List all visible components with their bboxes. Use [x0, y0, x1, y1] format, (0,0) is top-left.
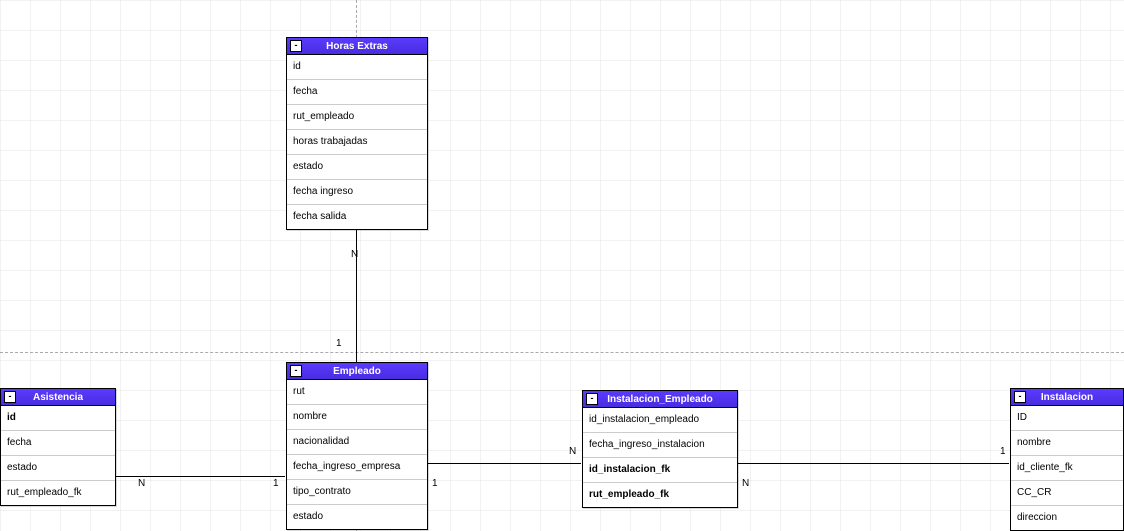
attr[interactable]: fecha salida: [287, 205, 427, 229]
entity-title: Instalacion: [1041, 392, 1093, 403]
entity-empleado[interactable]: - Empleado rut nombre nacionalidad fecha…: [286, 362, 428, 530]
entity-instalacion-empleado-header[interactable]: - Instalacion_Empleado: [583, 391, 737, 408]
collapse-icon[interactable]: -: [586, 393, 598, 405]
attr[interactable]: nombre: [1011, 431, 1123, 456]
attr[interactable]: horas trabajadas: [287, 130, 427, 155]
attr[interactable]: rut_empleado_fk: [583, 483, 737, 507]
attr[interactable]: rut_empleado_fk: [1, 481, 115, 505]
entity-title: Empleado: [333, 366, 381, 377]
attr[interactable]: estado: [1, 456, 115, 481]
attr[interactable]: estado: [287, 505, 427, 529]
attr[interactable]: rut: [287, 380, 427, 405]
card-asistencia-1: 1: [273, 478, 279, 489]
attr[interactable]: id: [1, 406, 115, 431]
attr[interactable]: fecha_ingreso_empresa: [287, 455, 427, 480]
connector-instalacion-empleado-instalacion: [736, 463, 1009, 464]
canvas-grid: [0, 0, 1124, 531]
collapse-icon[interactable]: -: [4, 391, 16, 403]
entity-title: Asistencia: [33, 392, 83, 403]
collapse-icon[interactable]: -: [290, 40, 302, 52]
attr[interactable]: estado: [287, 155, 427, 180]
entity-asistencia[interactable]: - Asistencia id fecha estado rut_emplead…: [0, 388, 116, 506]
entity-title: Instalacion_Empleado: [607, 394, 713, 405]
entity-title: Horas Extras: [326, 41, 388, 52]
attr[interactable]: rut_empleado: [287, 105, 427, 130]
entity-horas-extras-header[interactable]: - Horas Extras: [287, 38, 427, 55]
card-emp-ie-n: N: [569, 446, 576, 457]
attr[interactable]: ID: [1011, 406, 1123, 431]
attr[interactable]: id_instalacion_empleado: [583, 408, 737, 433]
collapse-icon[interactable]: -: [1014, 391, 1026, 403]
collapse-icon[interactable]: -: [290, 365, 302, 377]
card-asistencia-n: N: [138, 478, 145, 489]
attr[interactable]: fecha_ingreso_instalacion: [583, 433, 737, 458]
connector-asistencia-empleado: [115, 476, 285, 477]
attr[interactable]: fecha: [1, 431, 115, 456]
entity-instalacion-header[interactable]: - Instalacion: [1011, 389, 1123, 406]
attr[interactable]: fecha: [287, 80, 427, 105]
attr[interactable]: nacionalidad: [287, 430, 427, 455]
attr[interactable]: direccion: [1011, 506, 1123, 530]
attr[interactable]: id_cliente_fk: [1011, 456, 1123, 481]
connector-empleado-instalacion-empleado: [426, 463, 581, 464]
guide-horizontal: [0, 352, 1124, 353]
card-emp-ie-1: 1: [432, 478, 438, 489]
entity-instalacion[interactable]: - Instalacion ID nombre id_cliente_fk CC…: [1010, 388, 1124, 531]
attr[interactable]: fecha ingreso: [287, 180, 427, 205]
attr[interactable]: id: [287, 55, 427, 80]
entity-instalacion-empleado[interactable]: - Instalacion_Empleado id_instalacion_em…: [582, 390, 738, 508]
entity-horas-extras[interactable]: - Horas Extras id fecha rut_empleado hor…: [286, 37, 428, 230]
entity-empleado-header[interactable]: - Empleado: [287, 363, 427, 380]
attr[interactable]: id_instalacion_fk: [583, 458, 737, 483]
card-ie-inst-1: 1: [1000, 446, 1006, 457]
card-ie-inst-n: N: [742, 478, 749, 489]
attr[interactable]: nombre: [287, 405, 427, 430]
entity-asistencia-header[interactable]: - Asistencia: [1, 389, 115, 406]
attr[interactable]: tipo_contrato: [287, 480, 427, 505]
card-horas-1: 1: [336, 338, 342, 349]
attr[interactable]: CC_CR: [1011, 481, 1123, 506]
card-horas-n: N: [351, 249, 358, 260]
